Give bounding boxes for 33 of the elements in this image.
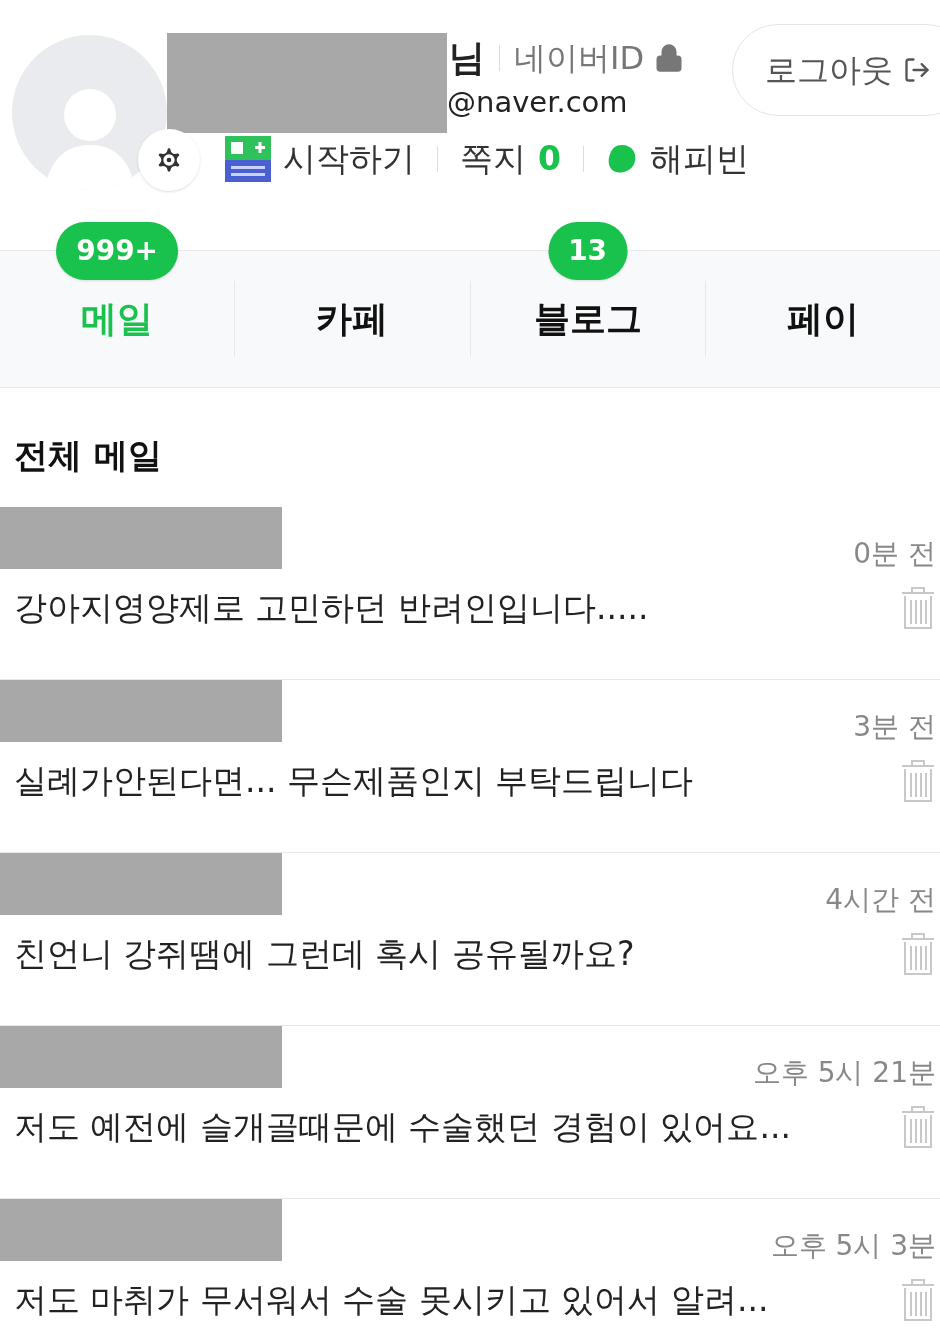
profile-link[interactable]: 쪽지 <box>460 134 526 184</box>
mail-subject[interactable]: 친언니 강쥐땜에 그런데 혹시 공유될까요? <box>14 929 635 979</box>
mail-time: 0분 전 <box>853 536 936 572</box>
trash-icon[interactable] <box>900 585 936 630</box>
profile-link[interactable]: 해피빈 <box>649 134 749 184</box>
name-suffix: 님 <box>449 36 485 80</box>
trash-icon[interactable] <box>900 931 936 976</box>
mail-subject[interactable]: 강아지영양제로 고민하던 반려인입니다..... <box>14 583 649 633</box>
id-label: 네이버ID <box>514 38 645 79</box>
mail-subject[interactable]: 저도 예전에 슬개골때문에 수술했던 경험이 있어요... <box>14 1102 791 1152</box>
mail-time: 오후 5시 21분 <box>752 1055 936 1091</box>
mail-time: 4시간 전 <box>825 882 936 918</box>
logout-button[interactable]: 로그아웃 <box>732 24 940 116</box>
settings-button[interactable] <box>138 129 200 191</box>
mail-subject[interactable]: 저도 마취가 무서워서 수술 못시키고 있어서 알려... <box>14 1275 769 1325</box>
section-title: 전체 메일 <box>13 434 163 477</box>
note-count: 0 <box>538 138 561 180</box>
tab[interactable]: 블로그 <box>533 292 642 346</box>
logout-icon <box>903 56 931 84</box>
trash-icon[interactable] <box>900 758 936 803</box>
lock-icon <box>654 43 685 73</box>
mail-time: 3분 전 <box>853 709 936 745</box>
count-badge: 999+ <box>56 222 179 280</box>
profile-link[interactable]: 시작하기 <box>283 134 415 184</box>
count-badge: 13 <box>548 222 628 280</box>
naver-plus-icon <box>225 135 271 182</box>
mail-subject[interactable]: 실례가안된다면... 무슨제품인지 부탁드립니다 <box>14 756 694 806</box>
tab[interactable]: 카페 <box>316 292 389 346</box>
email: @naver.com <box>447 84 629 121</box>
trash-icon[interactable] <box>900 1104 936 1149</box>
mail-time: 오후 5시 3분 <box>770 1228 936 1264</box>
trash-icon[interactable] <box>900 1277 936 1322</box>
tab[interactable]: 페이 <box>786 292 859 346</box>
